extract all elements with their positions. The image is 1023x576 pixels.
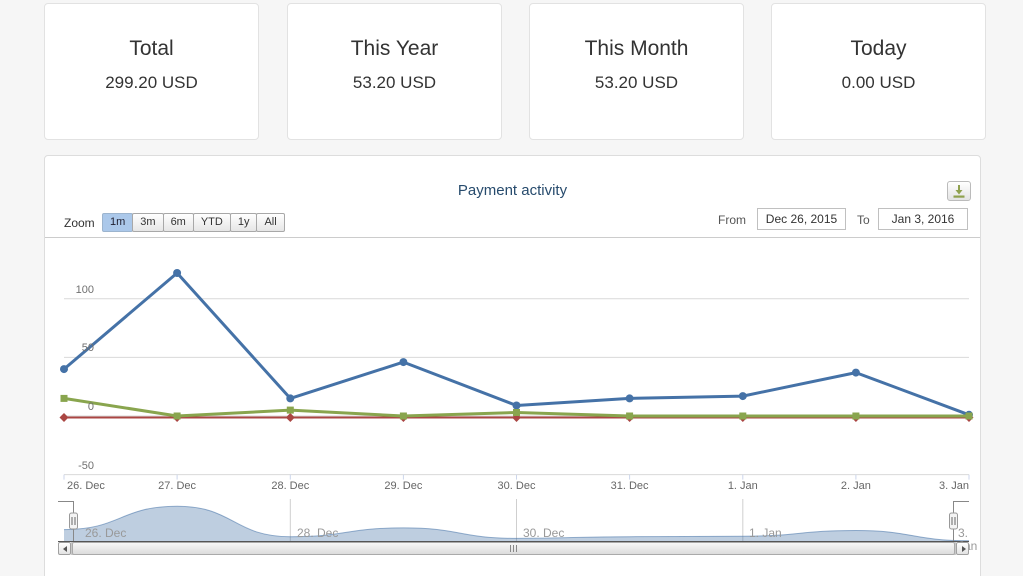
- y-axis-label: -50: [78, 459, 94, 472]
- nav-axis-label: 26. Dec: [85, 526, 127, 540]
- zoom-label: Zoom: [64, 216, 95, 230]
- stat-card-this-month: This Month 53.20 USD: [529, 3, 744, 140]
- grip-icon: [510, 545, 511, 552]
- red-series: [59, 413, 974, 422]
- stat-card-total: Total 299.20 USD: [44, 3, 259, 140]
- scrollbar-right-button[interactable]: [956, 542, 969, 555]
- x-axis-label: 31. Dec: [610, 480, 649, 492]
- navigator[interactable]: [58, 499, 970, 542]
- card-value: 299.20 USD: [105, 73, 198, 92]
- grip-icon: [516, 545, 517, 552]
- zoom-button-1y[interactable]: 1y: [229, 213, 258, 232]
- zoom-button-group: 1m 3m 6m YTD 1y All: [102, 213, 285, 232]
- from-date-input[interactable]: [757, 208, 846, 230]
- x-axis-label: 2. Jan: [840, 480, 871, 492]
- blue-series: [60, 269, 973, 419]
- y-axis-label: 0: [87, 401, 94, 413]
- x-axis-label: 28. Dec: [271, 480, 310, 492]
- x-axis-label: 26. Dec: [67, 480, 105, 492]
- zoom-button-3m[interactable]: 3m: [132, 213, 164, 232]
- arrow-right-icon: [962, 546, 966, 552]
- zoom-button-all[interactable]: All: [256, 213, 285, 232]
- scrollbar-left-button[interactable]: [58, 542, 71, 555]
- export-button[interactable]: [947, 181, 971, 201]
- chart-title: Payment activity: [457, 182, 568, 199]
- card-value: 0.00 USD: [841, 73, 916, 92]
- navigator-right-handle[interactable]: [949, 512, 958, 530]
- y-axis-label: 50: [81, 342, 94, 355]
- navigator-scrollbar[interactable]: [58, 542, 969, 555]
- y-axis-label: 100: [75, 283, 94, 296]
- zoom-button-6m[interactable]: 6m: [162, 213, 194, 232]
- green-series: [60, 394, 973, 420]
- toolbar-separator: [45, 237, 980, 238]
- nav-axis-label: 28. Dec: [297, 526, 339, 540]
- to-date-input[interactable]: [878, 208, 968, 230]
- x-axis-label: 27. Dec: [158, 480, 197, 492]
- navigator-left-handle[interactable]: [69, 512, 78, 530]
- nav-axis-label: 30. Dec: [523, 526, 565, 540]
- x-axis-label: 3. Jan: [939, 480, 969, 492]
- card-title: This Year: [350, 37, 439, 60]
- stat-card-today: Today 0.00 USD: [771, 3, 986, 140]
- x-axis-label: 29. Dec: [384, 480, 423, 492]
- card-title: Total: [129, 37, 174, 60]
- x-axis-label: 1. Jan: [727, 480, 758, 492]
- nav-axis-label: 1. Jan: [749, 526, 782, 540]
- scrollbar-thumb[interactable]: [72, 542, 955, 555]
- arrow-left-icon: [63, 546, 67, 552]
- card-title: This Month: [584, 37, 689, 60]
- card-value: 53.20 USD: [352, 73, 437, 92]
- from-label: From: [718, 213, 746, 227]
- main-grid: [63, 298, 970, 480]
- payment-activity-panel: Payment activity Zoom 1m 3m 6m YTD 1y All Fro…: [44, 155, 981, 576]
- to-label: To: [857, 213, 870, 227]
- zoom-button-1m[interactable]: 1m: [102, 213, 134, 232]
- payments-dashboard: Total 299.20 USD This Year 53.20 USD Thi…: [0, 0, 1023, 576]
- grip-icon: [513, 545, 514, 552]
- download-icon: [953, 185, 965, 198]
- card-title: Today: [850, 37, 907, 60]
- zoom-button-ytd[interactable]: YTD: [192, 213, 231, 232]
- stat-card-this-year: This Year 53.20 USD: [287, 3, 502, 140]
- card-value: 53.20 USD: [594, 73, 679, 92]
- x-axis-label: 30. Dec: [497, 480, 536, 492]
